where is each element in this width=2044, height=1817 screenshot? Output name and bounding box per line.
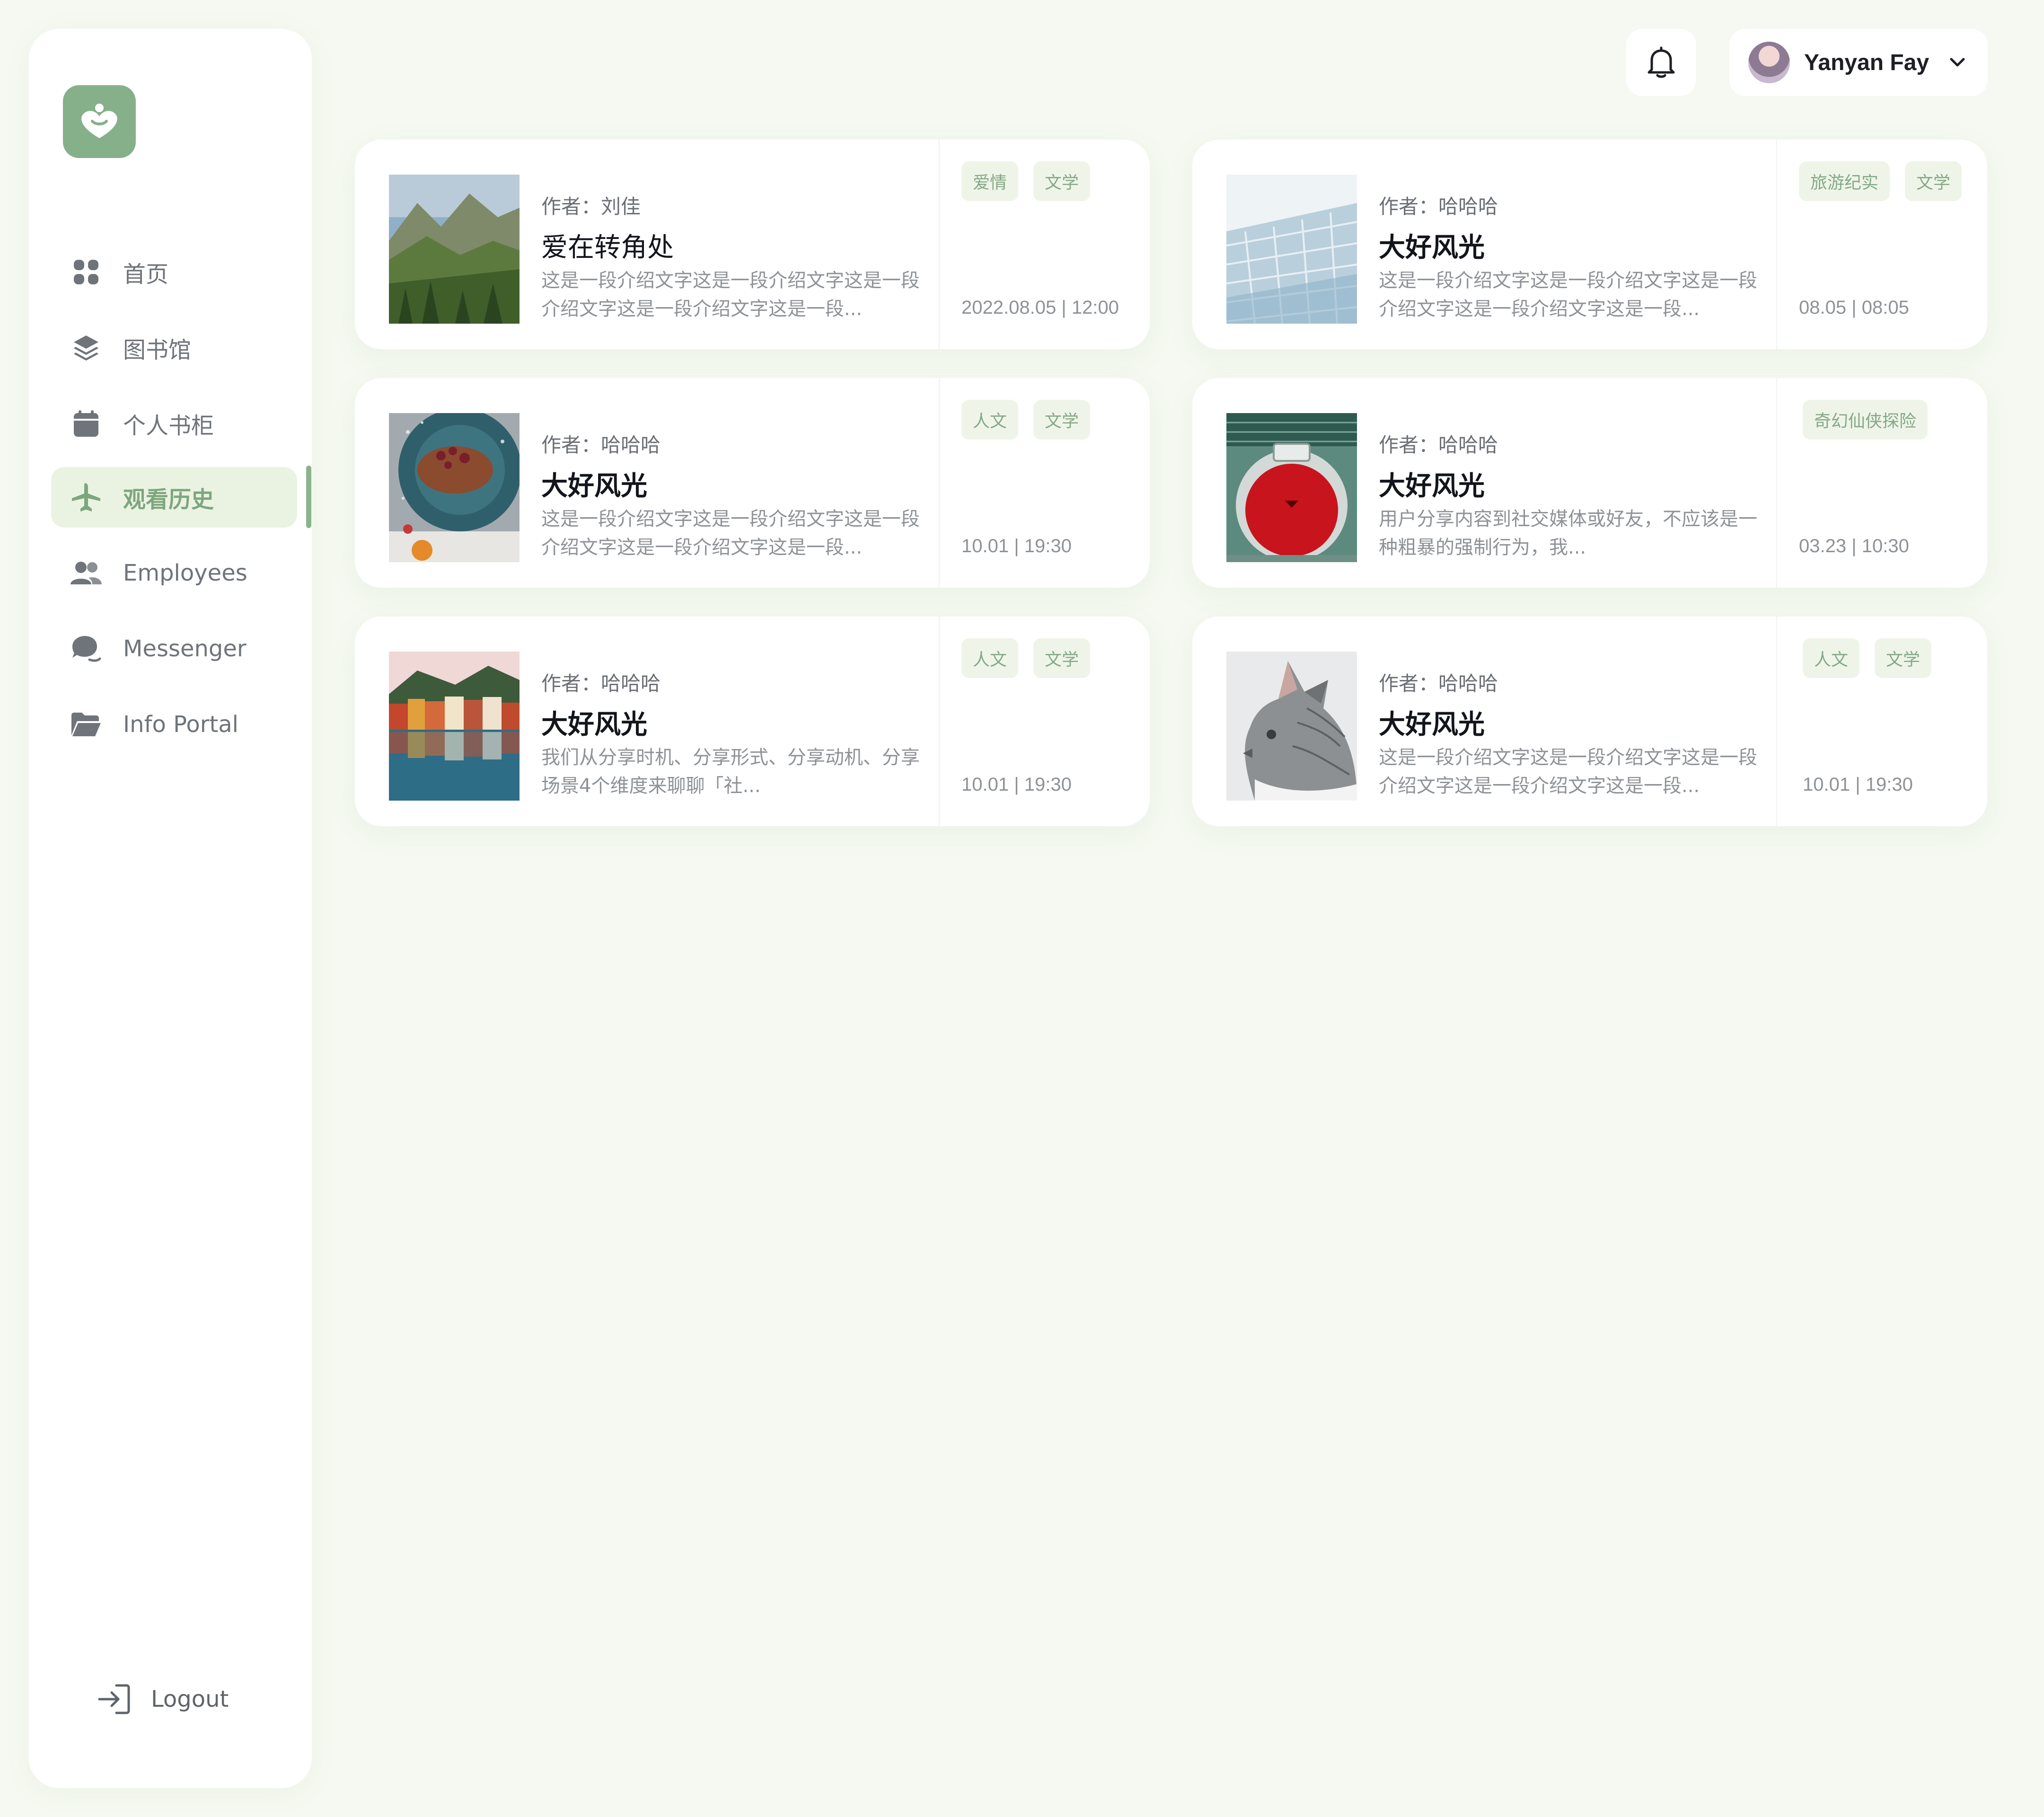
card-author: 作者：哈哈哈 xyxy=(541,433,661,457)
users-icon xyxy=(69,556,103,590)
sidebar-item-label: Messenger xyxy=(123,635,247,662)
book-card[interactable]: 作者：哈哈哈 大好风光 这是一段介绍文字这是一段介绍文字这是一段介绍文字这是一段… xyxy=(355,378,1150,588)
book-card[interactable]: 作者：哈哈哈 大好风光 这是一段介绍文字这是一段介绍文字这是一段介绍文字这是一段… xyxy=(1192,140,1987,349)
card-divider xyxy=(939,378,940,588)
sidebar-item-bookshelf[interactable]: 个人书柜 xyxy=(51,393,297,454)
layers-icon xyxy=(69,331,103,365)
card-title: 大好风光 xyxy=(1379,709,1485,740)
book-card[interactable]: 作者：哈哈哈 大好风光 这是一段介绍文字这是一段介绍文字这是一段介绍文字这是一段… xyxy=(1192,617,1987,826)
card-tags: 人文 文学 xyxy=(961,638,1091,678)
book-card[interactable]: 作者：哈哈哈 大好风光 用户分享内容到社交媒体或好友，不应该是一种粗暴的强制行为… xyxy=(1192,378,1987,588)
card-description: 这是一段介绍文字这是一段介绍文字这是一段介绍文字这是一段介绍文字这是一段... xyxy=(541,508,920,558)
chat-icon xyxy=(69,632,103,666)
tag[interactable]: 文学 xyxy=(1033,161,1091,201)
card-tags: 爱情 文学 xyxy=(961,161,1091,201)
book-cover-image xyxy=(1226,175,1357,324)
tag[interactable]: 爱情 xyxy=(961,161,1019,201)
card-divider xyxy=(1776,378,1777,588)
book-cover-image xyxy=(1226,652,1357,801)
card-title: 大好风光 xyxy=(1379,232,1485,263)
active-indicator xyxy=(306,466,311,528)
card-author: 作者：哈哈哈 xyxy=(1379,433,1498,457)
grid-icon xyxy=(69,255,103,289)
logout-button[interactable]: Logout xyxy=(95,1680,229,1718)
card-timestamp: 10.01 | 19:30 xyxy=(961,774,1072,795)
sidebar-item-label: 首页 xyxy=(123,261,169,288)
card-title: 大好风光 xyxy=(541,471,647,502)
sidebar-item-library[interactable]: 图书馆 xyxy=(51,318,297,378)
card-author: 作者：哈哈哈 xyxy=(1379,195,1498,218)
logout-label: Logout xyxy=(151,1686,229,1712)
card-description: 这是一段介绍文字这是一段介绍文字这是一段介绍文字这是一段介绍文字这是一段... xyxy=(1379,270,1757,320)
card-author: 作者：刘佳 xyxy=(541,195,641,218)
book-cover-image xyxy=(1226,413,1357,562)
card-author: 作者：哈哈哈 xyxy=(541,672,661,695)
tag[interactable]: 人文 xyxy=(961,400,1019,440)
sidebar-item-employees[interactable]: Employees xyxy=(51,543,297,603)
card-divider xyxy=(939,140,940,349)
card-author: 作者：哈哈哈 xyxy=(1379,672,1498,695)
sidebar-item-messenger[interactable]: Messenger xyxy=(51,618,297,679)
book-cover-image xyxy=(389,175,520,324)
sidebar: 首页 图书馆 个人书柜 观看历史 Employees Messenger Inf… xyxy=(29,29,312,1788)
card-divider xyxy=(1776,617,1777,826)
sidebar-item-label: Info Portal xyxy=(123,711,239,738)
tag[interactable]: 旅游纪实 xyxy=(1799,161,1890,201)
tag[interactable]: 人文 xyxy=(1803,638,1860,678)
card-timestamp: 08.05 | 08:05 xyxy=(1799,297,1909,318)
tag[interactable]: 文学 xyxy=(1905,161,1962,201)
book-cover-image xyxy=(389,413,520,562)
tag[interactable]: 人文 xyxy=(961,638,1019,678)
sidebar-item-label: 观看历史 xyxy=(123,486,214,513)
bell-icon xyxy=(1648,46,1675,78)
card-divider xyxy=(1776,140,1777,349)
sidebar-item-label: Employees xyxy=(123,560,247,586)
book-card[interactable]: 作者：哈哈哈 大好风光 我们从分享时机、分享形式、分享动机、分享场景4个维度来聊… xyxy=(355,617,1150,826)
tag[interactable]: 文学 xyxy=(1875,638,1932,678)
sidebar-item-label: 图书馆 xyxy=(123,337,192,363)
card-timestamp: 03.23 | 10:30 xyxy=(1799,536,1909,556)
tag[interactable]: 奇幻仙侠探险 xyxy=(1803,400,1928,440)
tag[interactable]: 文学 xyxy=(1033,638,1091,678)
chevron-down-icon xyxy=(1948,53,1967,72)
sidebar-item-history[interactable]: 观看历史 xyxy=(51,467,297,528)
logout-icon xyxy=(95,1680,133,1718)
book-cover-image xyxy=(389,652,520,801)
sidebar-item-home[interactable]: 首页 xyxy=(51,242,297,302)
book-card[interactable]: 作者：刘佳 爱在转角处 这是一段介绍文字这是一段介绍文字这是一段介绍文字这是一段… xyxy=(355,140,1150,349)
card-tags: 奇幻仙侠探险 xyxy=(1803,400,1928,440)
card-tags: 人文 文学 xyxy=(961,400,1091,440)
card-timestamp: 10.01 | 19:30 xyxy=(961,536,1072,556)
user-menu[interactable]: Yanyan Fay xyxy=(1729,29,1988,96)
avatar xyxy=(1748,42,1790,83)
folder-icon xyxy=(69,707,103,741)
card-title: 大好风光 xyxy=(541,709,647,740)
sidebar-item-info-portal[interactable]: Info Portal xyxy=(51,694,297,755)
card-timestamp: 2022.08.05 | 12:00 xyxy=(961,297,1119,318)
sidebar-item-label: 个人书柜 xyxy=(123,413,214,439)
card-tags: 旅游纪实 文学 xyxy=(1799,161,1962,201)
calendar-icon xyxy=(69,406,103,441)
tag[interactable]: 文学 xyxy=(1033,400,1091,440)
airplane-icon xyxy=(69,480,103,514)
user-name: Yanyan Fay xyxy=(1804,50,1929,75)
notifications-button[interactable] xyxy=(1626,29,1696,96)
card-timestamp: 10.01 | 19:30 xyxy=(1803,774,1913,795)
card-description: 这是一段介绍文字这是一段介绍文字这是一段介绍文字这是一段介绍文字这是一段... xyxy=(1379,747,1757,797)
app-logo-icon[interactable] xyxy=(63,85,136,158)
card-tags: 人文 文学 xyxy=(1803,638,1932,678)
card-divider xyxy=(939,617,940,826)
card-description: 我们从分享时机、分享形式、分享动机、分享场景4个维度来聊聊「社... xyxy=(541,747,920,797)
card-title: 爱在转角处 xyxy=(541,232,674,263)
card-description: 这是一段介绍文字这是一段介绍文字这是一段介绍文字这是一段介绍文字这是一段... xyxy=(541,270,920,320)
card-title: 大好风光 xyxy=(1379,471,1485,502)
card-description: 用户分享内容到社交媒体或好友，不应该是一种粗暴的强制行为，我... xyxy=(1379,508,1757,558)
